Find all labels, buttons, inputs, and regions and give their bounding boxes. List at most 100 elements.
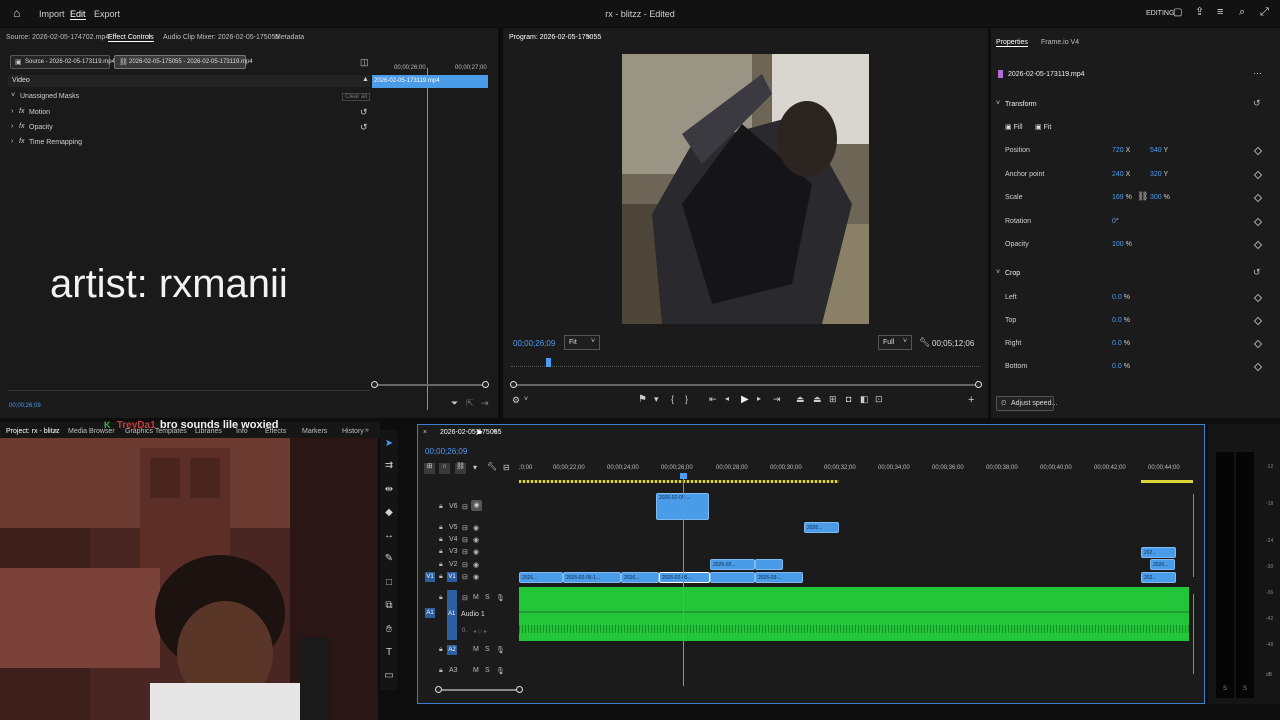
eye-icon[interactable]: ◉ [473,548,479,556]
tab-properties[interactable]: Properties [996,39,1028,47]
crop-bottom-value[interactable]: 0.0 % [1112,363,1130,370]
share-icon[interactable]: ⇪ [1195,7,1204,18]
search-icon[interactable]: ⌕ [1239,7,1245,18]
crop-right-value[interactable]: 0.0 % [1112,340,1130,347]
lock-icon[interactable]: 🔒︎ [439,503,443,511]
timeline-playhead-handle[interactable] [680,473,687,479]
timeline-clip-v2-right[interactable]: 2026... [1150,559,1175,570]
close-icon[interactable]: × [423,429,427,436]
track-label-a1[interactable]: A1 [448,611,455,617]
meter-solo-right[interactable]: S [1243,686,1247,692]
workspace-label[interactable]: EDITING [1146,10,1174,17]
lock-icon[interactable]: 🔒︎ [439,667,443,675]
fit-dropdown[interactable]: Fit ˅ [564,335,600,350]
link-scale-icon[interactable]: ⛓ [1137,192,1148,201]
chevron-down-icon[interactable]: ˅ [996,269,1000,276]
mute-icon[interactable]: M [473,646,479,653]
wrench-icon[interactable]: 🔧︎ [487,463,497,471]
fx-row-opacity[interactable]: › fx Opacity ↺ [8,121,370,135]
eye-icon[interactable]: ◉ [473,524,479,532]
crop-top-keyframe-icon[interactable] [1253,316,1263,326]
lift-icon[interactable]: ⏏ [796,395,805,404]
collapse-up-icon[interactable]: ▲ [362,76,369,83]
timeline-clip-v2a[interactable]: 2026-02... [710,559,755,570]
opacity-keyframe-icon[interactable] [1253,240,1263,250]
timeline-timecode[interactable]: 00;00;26;09 [425,447,467,456]
timeline-menu-icon[interactable]: ≡ [493,429,497,436]
go-to-out-icon[interactable]: ⇥ [773,395,781,404]
tab-source[interactable]: Source: 2026-02-05-174702.mp4 [6,34,109,41]
position-keyframe-icon[interactable] [1253,146,1263,156]
timeline-clip-v1f[interactable]: 2026-03-... [755,572,803,583]
crop-top-value[interactable]: 0.0 % [1112,317,1130,324]
more-options-icon[interactable]: ⋯ [1253,69,1262,78]
caption-tool-icon[interactable]: ▭ [383,670,395,682]
eye-icon[interactable]: ◉ [473,561,479,569]
mini-clip-bar[interactable]: 2026-02-05-173119.mp4 [372,75,488,88]
panel-expand-icon[interactable]: ◫ [360,58,369,67]
timeline-clip-v2b[interactable] [755,559,783,570]
play-icon[interactable]: ▶ [741,395,749,405]
sync-icon[interactable]: ⊟ [462,548,468,556]
source-patch-a1[interactable]: A1 [425,608,435,618]
scroll-handle-right[interactable] [516,686,523,693]
sync-icon[interactable]: ⊟ [462,524,468,532]
solo-icon[interactable]: S [485,646,490,653]
extract-icon[interactable]: ⏏ [813,395,822,404]
fx-row-motion[interactable]: › fx Motion ↺ [8,106,370,120]
fx-row-unassigned-masks[interactable]: ˅ Unassigned Masks Clear all [8,90,370,104]
add-marker-icon[interactable]: ⚑ [638,395,647,405]
program-zoom-bar[interactable] [510,381,982,388]
source-patch-v1[interactable]: V1 [425,572,435,582]
add-button-icon[interactable]: + [968,395,974,406]
timeline-clip-v1c[interactable]: 2026... [621,572,659,583]
tab-history[interactable]: History [342,428,364,435]
position-y-value[interactable]: 540 Y [1150,147,1168,154]
crop-reset-icon[interactable]: ↺ [1253,267,1261,278]
clear-all-button[interactable]: Clear all [342,93,370,101]
eye-icon[interactable]: ◉ [473,536,479,544]
hand-tool-icon[interactable]: ✋︎ [383,624,395,636]
mic-icon[interactable]: 🎙︎ [496,646,505,654]
opacity-value[interactable]: 100 % [1112,241,1132,248]
scale-a-value[interactable]: 169 % [1112,194,1132,201]
jump-icon[interactable]: ⇥ [481,399,489,408]
tab-metadata[interactable]: Metadata [275,34,304,41]
program-menu-icon[interactable]: ≡ [587,34,591,41]
export-frame-icon[interactable]: ◘ [846,395,851,404]
track-label-a2[interactable]: A2 [447,645,457,655]
work-area-bar-2[interactable] [1141,480,1193,483]
export-frame-icon[interactable]: ⇱ [466,399,474,408]
crop-title[interactable]: Crop [1005,270,1020,277]
track-label-v1[interactable]: V1 [447,572,457,582]
overlay-icon[interactable]: ⊡ [875,395,883,404]
tab-project[interactable]: Project: rx - blitzz [6,428,60,435]
type-tool-icon[interactable]: T [383,647,395,659]
step-forward-icon[interactable]: ▸ [757,395,761,403]
crop-left-keyframe-icon[interactable] [1253,293,1263,303]
step-back-icon[interactable]: ◂ [725,395,729,403]
crop-bottom-keyframe-icon[interactable] [1253,362,1263,372]
program-timecode[interactable]: 00;00;26;09 [513,339,555,348]
lock-icon[interactable]: 🔒︎ [439,536,443,544]
rotation-keyframe-icon[interactable] [1253,217,1263,227]
anchor-y-value[interactable]: 320 Y [1150,171,1168,178]
vertical-scrollbar-audio[interactable] [1193,594,1194,674]
transform-reset-icon[interactable]: ↺ [1253,98,1261,109]
zoom-handle-left[interactable] [510,381,517,388]
slip-tool-icon[interactable]: ↔ [383,530,395,542]
timeline-horizontal-scrollbar[interactable] [435,686,523,693]
razor-tool-icon[interactable]: ◆ [383,507,395,519]
linked-selection-icon[interactable]: ⛓ [455,463,466,474]
lock-icon[interactable]: 🔒︎ [439,561,443,569]
captions-icon[interactable]: ⊟ [503,464,510,472]
eye-icon[interactable]: ◉ [473,573,479,581]
track-label-v2[interactable]: V2 [449,561,458,568]
filter-icon[interactable]: ⏷ [451,399,458,408]
panel-layout-icon[interactable]: ▢ [1173,8,1182,18]
sync-icon[interactable]: ⊟ [462,594,468,602]
timeline-clip-v3-right[interactable]: 202... [1141,547,1176,558]
ripple-edit-tool-icon[interactable]: ⇹ [383,484,395,496]
menu-icon[interactable]: ≡ [1217,7,1223,18]
timeline-playhead[interactable] [683,474,684,686]
